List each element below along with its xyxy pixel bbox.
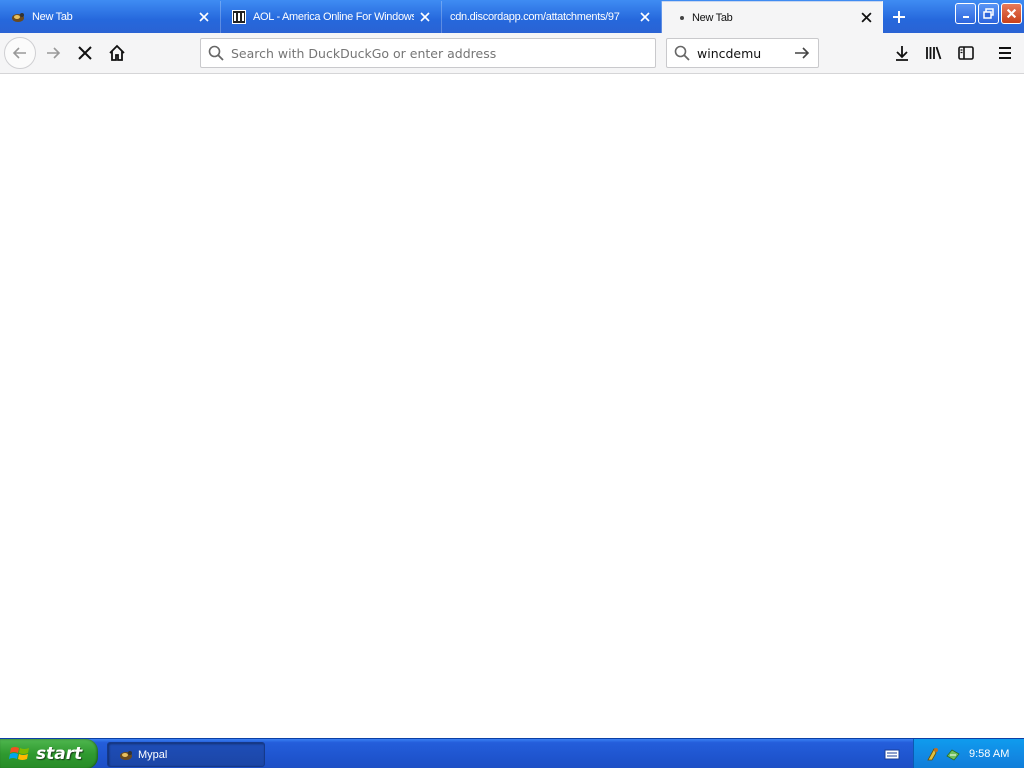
desktop-screen: New Tab AOL - America Online For Windows…	[0, 0, 1024, 768]
start-label: start	[36, 744, 83, 764]
tab-strip: New Tab AOL - America Online For Windows…	[0, 0, 1024, 33]
tab-title: AOL - America Online For Windows	[253, 11, 414, 23]
sidebar-button[interactable]	[951, 38, 981, 68]
keyboard-icon[interactable]	[884, 746, 900, 762]
library-icon	[926, 46, 942, 60]
home-icon	[109, 44, 125, 61]
system-tray: 9:58 AM	[913, 739, 1024, 768]
mypal-favicon-icon	[10, 9, 26, 25]
nav-bar	[0, 33, 1024, 74]
tab-new-tab-1[interactable]: New Tab	[0, 1, 221, 33]
window-close-button[interactable]	[1001, 3, 1022, 24]
tab-close-icon[interactable]	[634, 6, 656, 28]
start-button[interactable]: start	[0, 739, 98, 768]
back-button[interactable]	[4, 37, 36, 69]
tab-discord-cdn[interactable]: cdn.discordapp.com/attatchments/97	[442, 1, 662, 33]
taskbar-item-label: Mypal	[138, 748, 168, 761]
taskbar-item-mypal[interactable]: Mypal	[107, 742, 265, 767]
plus-icon	[893, 11, 905, 23]
museum-favicon-icon	[231, 9, 247, 25]
download-icon	[896, 46, 908, 61]
new-tab-button[interactable]	[884, 3, 914, 31]
restore-button[interactable]	[978, 3, 999, 24]
minimize-icon	[962, 15, 969, 18]
downloads-button[interactable]	[887, 38, 917, 68]
stop-button[interactable]	[70, 38, 100, 68]
tab-title: New Tab	[692, 11, 733, 24]
taskbar: start Mypal 9:58 AM	[0, 738, 1024, 768]
search-icon	[667, 45, 697, 61]
tab-close-icon[interactable]	[193, 6, 215, 28]
mypal-app-icon	[118, 747, 134, 763]
library-button[interactable]	[919, 38, 949, 68]
search-icon	[201, 45, 231, 61]
address-bar[interactable]	[200, 38, 656, 68]
minimize-button[interactable]	[955, 3, 976, 24]
restore-icon	[983, 8, 994, 19]
home-button[interactable]	[102, 38, 132, 68]
tab-title: cdn.discordapp.com/attatchments/97	[450, 11, 620, 23]
forward-arrow-icon	[47, 47, 61, 59]
forward-button[interactable]	[38, 38, 68, 68]
sidebar-icon	[958, 46, 974, 60]
clock[interactable]: 9:58 AM	[969, 748, 1009, 760]
page-content[interactable]	[0, 74, 1024, 738]
search-bar[interactable]	[666, 38, 819, 68]
tab-close-icon[interactable]	[855, 7, 877, 29]
tab-close-icon[interactable]	[414, 6, 436, 28]
tray-app-icon[interactable]	[945, 746, 961, 762]
search-input[interactable]	[697, 45, 789, 61]
menu-button[interactable]	[990, 38, 1020, 68]
tab-new-tab-active[interactable]: New Tab	[662, 1, 883, 33]
tab-title: New Tab	[32, 11, 73, 23]
network-activity-icon[interactable]	[926, 746, 942, 762]
close-icon	[1006, 8, 1017, 19]
back-arrow-icon	[12, 47, 26, 59]
loading-dot-icon	[678, 10, 686, 26]
windows-logo-icon	[9, 747, 29, 760]
search-go-button[interactable]	[789, 45, 815, 61]
stop-x-icon	[78, 46, 92, 60]
hamburger-menu-icon	[999, 47, 1011, 59]
tab-aol[interactable]: AOL - America Online For Windows	[221, 1, 442, 33]
arrow-right-icon	[795, 47, 810, 59]
address-input[interactable]	[231, 45, 655, 61]
